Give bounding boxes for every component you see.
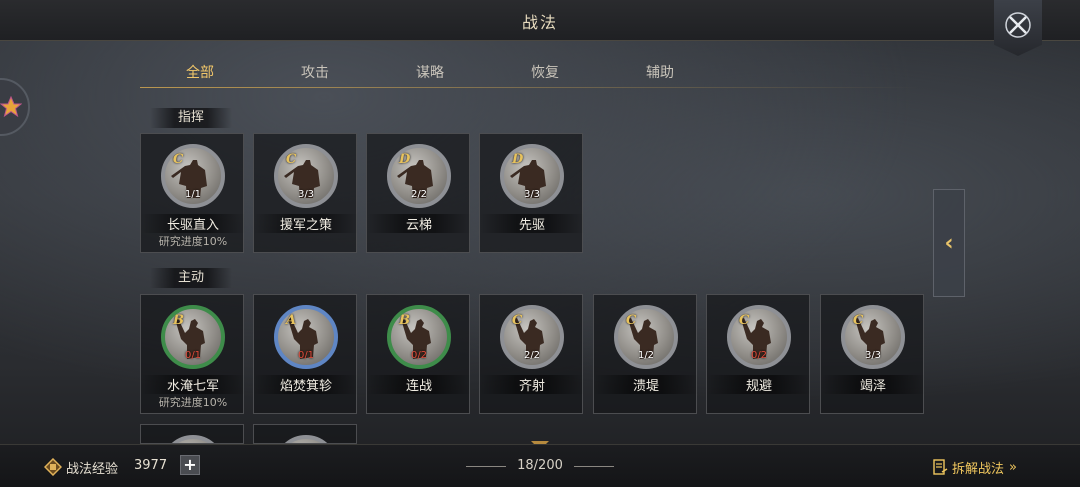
tactic-icon: C 1/1 bbox=[161, 144, 225, 208]
tactic-icon: C 3/3 bbox=[274, 144, 338, 208]
tactic-card[interactable]: C 1/1 长驱直入研究进度10% bbox=[140, 133, 245, 253]
exp-value: 3977 bbox=[134, 458, 168, 473]
tab-attack[interactable]: 攻击 bbox=[265, 62, 365, 82]
tactic-count: 2/2 bbox=[523, 350, 541, 361]
tactic-count: 0/1 bbox=[297, 350, 315, 361]
tactic-card[interactable]: D bbox=[253, 424, 357, 444]
exp-label: 战法经验 bbox=[66, 462, 119, 477]
exp-badge-icon bbox=[44, 458, 62, 476]
tactic-count: 0/2 bbox=[750, 350, 768, 361]
tactic-grade: C bbox=[512, 313, 523, 328]
tactic-card[interactable]: C 1/2 溃堤 bbox=[593, 294, 698, 414]
section-command-label: 指挥 bbox=[150, 108, 232, 128]
tactic-card[interactable]: B 0/2 连战 bbox=[366, 294, 471, 414]
plus-icon: + bbox=[183, 455, 197, 474]
tactic-grade: B bbox=[399, 313, 410, 328]
tactic-card[interactable]: C 3/3 援军之策 bbox=[253, 133, 358, 253]
tactic-grade: D bbox=[399, 152, 411, 167]
page-title: 战法 bbox=[521, 13, 558, 32]
tactic-count: 2/2 bbox=[410, 189, 428, 200]
tactic-icon: D bbox=[161, 435, 225, 443]
tactic-icon: B 0/2 bbox=[387, 305, 451, 369]
tactic-card[interactable]: C 2/2 齐射 bbox=[479, 294, 584, 414]
add-exp-button[interactable]: + bbox=[180, 455, 200, 475]
tactic-card[interactable]: D 3/3 先驱 bbox=[479, 133, 584, 253]
tactic-card[interactable]: D bbox=[140, 424, 244, 444]
tactic-card[interactable]: C 3/3 竭泽 bbox=[820, 294, 925, 414]
tactic-card[interactable]: D 2/2 云梯 bbox=[366, 133, 471, 253]
tab-support[interactable]: 辅助 bbox=[610, 62, 710, 82]
tactic-card[interactable]: A 0/1 焰焚箕轸 bbox=[253, 294, 358, 414]
tactic-grade: C bbox=[286, 152, 297, 167]
bottom-bar: 战法经验 3977 + 18/200 拆解战法 » bbox=[0, 444, 1080, 487]
tab-underline bbox=[140, 87, 920, 88]
collapse-panel-button[interactable]: ‹ bbox=[933, 189, 965, 297]
tactic-icon: B 0/1 bbox=[161, 305, 225, 369]
tab-all[interactable]: 全部 bbox=[150, 62, 250, 82]
tactic-name: 水淹七军 bbox=[141, 375, 245, 394]
tactic-name: 溃堤 bbox=[594, 375, 698, 394]
tactic-icon: C 0/2 bbox=[727, 305, 791, 369]
tab-recovery[interactable]: 恢复 bbox=[495, 62, 595, 82]
tactic-count: 3/3 bbox=[864, 350, 882, 361]
tactic-name: 连战 bbox=[367, 375, 471, 394]
tactic-count: 0/2 bbox=[410, 350, 428, 361]
tactic-grade: B bbox=[173, 313, 184, 328]
tactic-count: 1/2 bbox=[637, 350, 655, 361]
tactic-name: 援军之策 bbox=[254, 214, 358, 233]
tactic-icon: D 3/3 bbox=[500, 144, 564, 208]
tactic-icon: D 2/2 bbox=[387, 144, 451, 208]
tactic-name: 云梯 bbox=[367, 214, 471, 233]
tactic-name: 规避 bbox=[707, 375, 811, 394]
tactic-count: 1/1 bbox=[184, 189, 202, 200]
side-menu-button[interactable] bbox=[0, 78, 30, 136]
tactic-grade: A bbox=[286, 313, 297, 328]
star-icon bbox=[0, 96, 22, 118]
crossed-swords-icon bbox=[1005, 12, 1031, 38]
tactic-grade: C bbox=[173, 152, 184, 167]
section-active-label: 主动 bbox=[150, 268, 232, 288]
research-progress: 研究进度10% bbox=[158, 235, 228, 248]
research-progress: 研究进度10% bbox=[158, 396, 228, 409]
dismantle-label: 拆解战法 bbox=[952, 461, 1005, 477]
tactic-card[interactable]: C 0/2 规避 bbox=[706, 294, 811, 414]
tactic-name: 长驱直入 bbox=[141, 214, 245, 233]
tab-strategy[interactable]: 谋略 bbox=[380, 62, 480, 82]
close-button[interactable] bbox=[994, 0, 1042, 56]
top-bar: 战法 bbox=[0, 0, 1080, 41]
dismantle-tactics-button[interactable]: 拆解战法 » bbox=[932, 457, 1017, 477]
category-tabs: 全部 攻击 谋略 恢复 辅助 bbox=[140, 56, 920, 88]
tactic-name: 竭泽 bbox=[821, 375, 925, 394]
tactic-icon: C 3/3 bbox=[841, 305, 905, 369]
tactic-grade: C bbox=[626, 313, 637, 328]
tactic-name: 焰焚箕轸 bbox=[254, 375, 358, 394]
tactic-icon: C 1/2 bbox=[614, 305, 678, 369]
double-chevron-right-icon: » bbox=[1009, 459, 1017, 475]
pager-divider-right bbox=[574, 466, 614, 467]
tactic-name: 齐射 bbox=[480, 375, 584, 394]
tactic-grade: D bbox=[512, 152, 524, 167]
tactic-name: 先驱 bbox=[480, 214, 584, 233]
tactic-icon: C 2/2 bbox=[500, 305, 564, 369]
tactic-grade: C bbox=[853, 313, 864, 328]
tactic-grade: C bbox=[739, 313, 750, 328]
chevron-left-icon: ‹ bbox=[944, 230, 954, 256]
tactic-count: 0/1 bbox=[184, 350, 202, 361]
tactic-card[interactable]: B 0/1 水淹七军研究进度10% bbox=[140, 294, 245, 414]
tactic-icon: A 0/1 bbox=[274, 305, 338, 369]
tactic-count: 3/3 bbox=[297, 189, 315, 200]
tactic-icon: D bbox=[274, 435, 338, 443]
document-icon bbox=[933, 459, 948, 475]
tactic-count: 3/3 bbox=[523, 189, 541, 200]
